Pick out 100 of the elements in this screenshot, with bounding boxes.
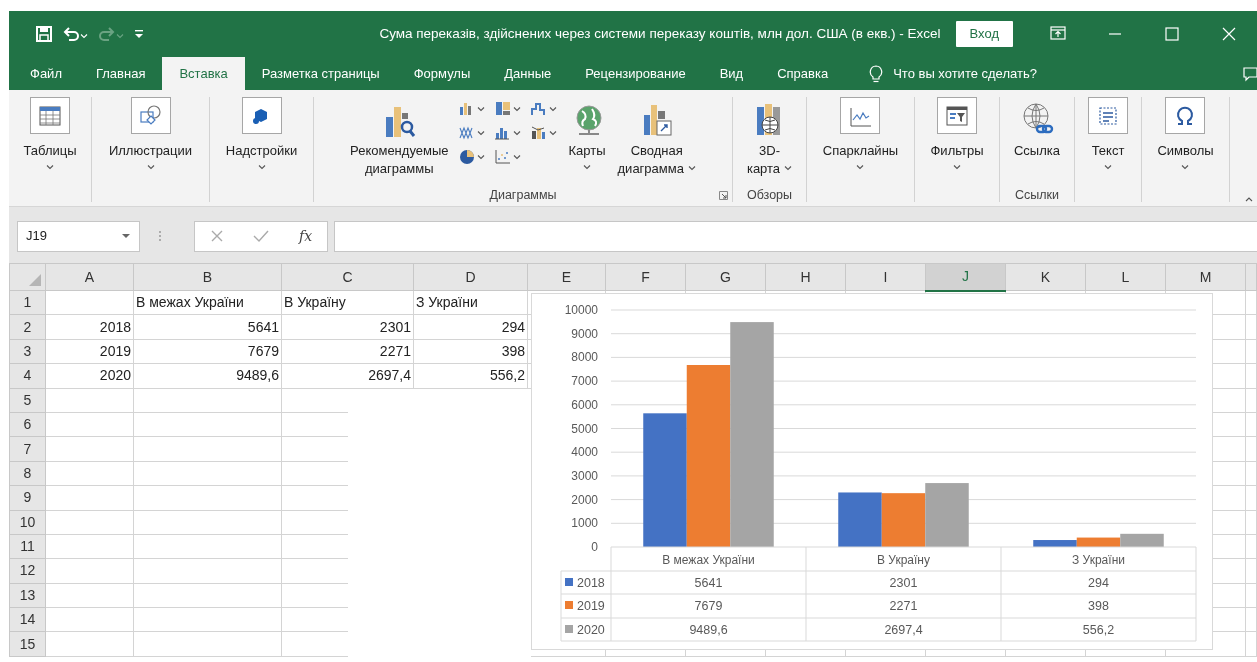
chevron-down-icon (784, 165, 793, 172)
row-header[interactable]: 5 (9, 388, 46, 413)
redo-icon[interactable] (98, 26, 124, 42)
ribbon-button[interactable]: Сводная диаграмма (614, 97, 699, 186)
dropdown-icon[interactable] (121, 233, 131, 239)
chevron-down-icon (953, 163, 961, 170)
row-header[interactable]: 11 (9, 534, 46, 559)
ribbon-tab[interactable]: Формулы (396, 57, 488, 90)
close-icon[interactable] (1220, 26, 1237, 42)
row-header[interactable]: 12 (9, 558, 46, 584)
axis-label: 1000 (571, 516, 598, 531)
row-header[interactable]: 13 (9, 583, 46, 608)
filter-icon (944, 103, 970, 128)
column-header[interactable]: K (1005, 263, 1086, 291)
maximize-icon[interactable] (1163, 26, 1180, 42)
table-cell: 294 (413, 314, 528, 340)
group-label: Обзоры (746, 188, 793, 202)
drag-handle-icon[interactable] (158, 230, 162, 242)
ribbon-button[interactable]: Иллюстрации (105, 97, 196, 186)
ribbon-tab[interactable]: Главная (78, 57, 163, 90)
table-cell: 7679 (133, 339, 282, 364)
check-icon[interactable] (253, 229, 270, 243)
ribbon-button[interactable]: Текст (1085, 97, 1131, 186)
axis-label: 9000 (571, 326, 598, 341)
ribbon-button[interactable]: Фильтры (927, 97, 987, 186)
ribbon-tab[interactable]: Разметка страницы (244, 57, 397, 90)
column-header[interactable]: I (845, 263, 926, 291)
row-header[interactable]: 14 (9, 607, 46, 632)
ribbon-button[interactable]: Символы (1154, 97, 1217, 186)
group-label: Ссылки (1015, 188, 1059, 202)
name-box[interactable]: J19 (17, 220, 140, 252)
row-header[interactable]: 10 (9, 510, 46, 535)
cancel-icon[interactable] (209, 229, 224, 243)
undo-icon[interactable] (62, 26, 88, 42)
row-header[interactable]: 9 (9, 485, 46, 510)
table-cell: 2301 (281, 314, 414, 340)
legend-label: 2018 (577, 576, 605, 590)
ribbon-tab[interactable]: Рецензирование (568, 57, 703, 90)
ribbon-tab[interactable]: Справка (760, 57, 846, 90)
ribbon-button[interactable]: Ссылка (1011, 97, 1063, 186)
dialog-launcher-icon[interactable] (719, 191, 728, 200)
axis-label: 4000 (571, 445, 598, 460)
chevron-down-icon (46, 163, 54, 170)
sign-in-button[interactable]: Вход (955, 21, 1013, 47)
comment-icon[interactable] (1243, 65, 1257, 82)
table-cell: 2697,4 (884, 623, 923, 637)
column-header[interactable]: M (1165, 263, 1246, 291)
column-header[interactable]: E (527, 263, 606, 291)
row-header[interactable]: 3 (9, 339, 46, 364)
save-icon[interactable] (36, 26, 52, 42)
table-cell: 556,2 (1082, 623, 1115, 637)
ribbon-button[interactable]: Надстройки (222, 97, 301, 186)
table-cell: 7679 (694, 599, 723, 613)
ribbon-button[interactable]: Таблицы (20, 97, 80, 186)
combo-chart-icon (531, 125, 548, 141)
row-header[interactable]: 6 (9, 412, 46, 437)
column-header[interactable]: F (605, 263, 686, 291)
column-header[interactable]: D (413, 263, 528, 291)
ribbon-tab[interactable]: Вставка (162, 57, 245, 90)
row-header[interactable]: 1 (9, 290, 46, 315)
chevron-down-icon (687, 165, 696, 172)
row-header[interactable]: 4 (9, 363, 46, 389)
column-header[interactable]: G (685, 263, 766, 291)
histogram-icon (495, 125, 512, 141)
ribbon-display-icon[interactable] (1049, 26, 1066, 42)
row-header[interactable]: 15 (9, 631, 46, 657)
formula-input[interactable] (334, 220, 1257, 252)
row-header[interactable]: 7 (9, 436, 46, 462)
table-cell: 294 (1088, 576, 1109, 590)
ribbon-button[interactable]: Карты (565, 97, 609, 186)
ribbon-tab[interactable]: Вид (702, 57, 761, 90)
column-header[interactable]: B (133, 263, 282, 291)
column-header[interactable]: C (281, 263, 414, 291)
axis-label: 5000 (571, 421, 598, 436)
row-header[interactable]: 8 (9, 461, 46, 486)
window-title: Сума переказів, здійснених через системи переказу коштів, млн дол. США (в екв.) - Excel (378, 24, 942, 43)
axis-label: 0 (591, 540, 598, 554)
column-header[interactable]: L (1085, 263, 1166, 291)
axis-label: 6000 (571, 397, 598, 412)
table-cell: 9489,6 (689, 623, 728, 637)
chevron-down-icon (549, 106, 558, 112)
column-header[interactable]: A (45, 263, 134, 291)
insert-function-button[interactable]: fx (299, 225, 313, 247)
ribbon-button[interactable]: Спарклайны (819, 97, 902, 186)
legend-label: 2020 (577, 623, 605, 637)
ribbon-tab[interactable]: Файл (13, 57, 79, 90)
recommended-charts-button[interactable]: Рекомендуемые диаграммы (347, 97, 452, 186)
row-header[interactable]: 2 (9, 314, 46, 340)
column-header[interactable]: H (765, 263, 846, 291)
table-cell: 556,2 (413, 363, 528, 389)
customize-icon[interactable] (134, 28, 144, 40)
table-icon (37, 103, 63, 128)
ribbon-tab[interactable]: Данные (487, 57, 569, 90)
table-cell: 2020 (45, 363, 134, 389)
table-cell: 5641 (694, 576, 723, 590)
collapse-ribbon-icon[interactable] (1245, 196, 1253, 202)
column-header[interactable]: J (925, 263, 1006, 291)
ribbon-button[interactable]: 3D- карта (743, 97, 796, 186)
group-label: Диаграммы (489, 188, 557, 202)
tell-me-search[interactable]: Что вы хотите сделать? (893, 63, 1037, 84)
